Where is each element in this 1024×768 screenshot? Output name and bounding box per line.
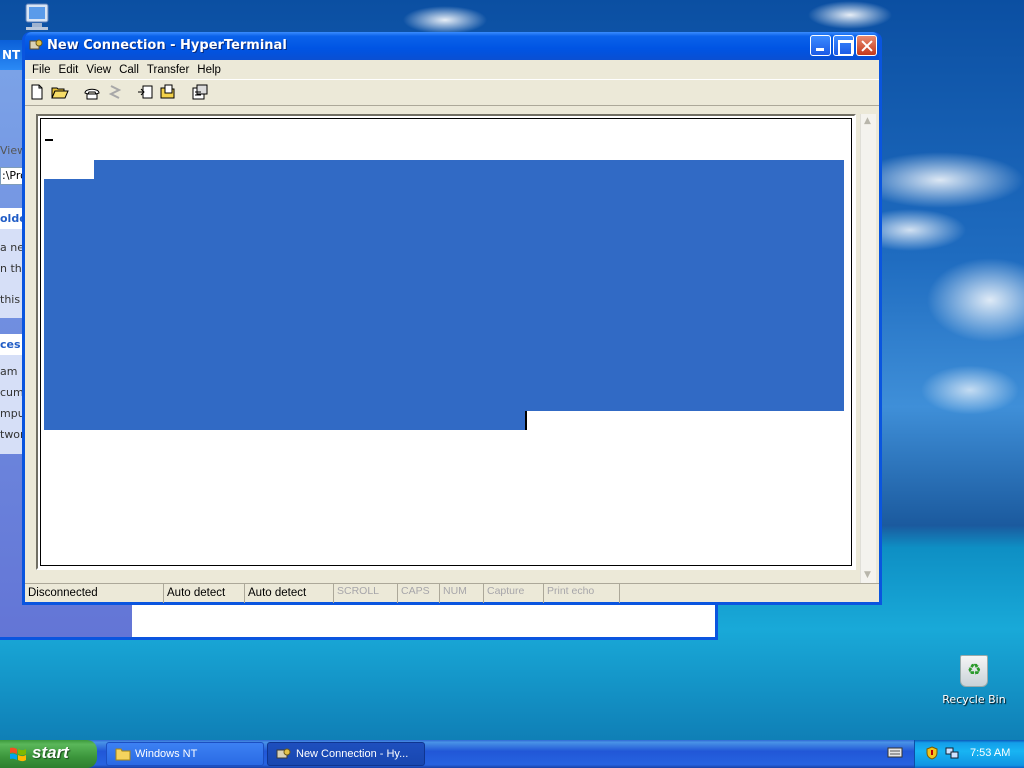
taskbar-item-label: New Connection - Hy...	[296, 748, 409, 760]
taskbar: start Windows NT New Connection - Hy... …	[0, 740, 1024, 768]
status-print-echo: Print echo	[544, 584, 620, 603]
title-bar[interactable]: New Connection - HyperTerminal	[25, 32, 879, 60]
scroll-up-icon[interactable]: ▲	[864, 116, 871, 126]
status-connection: Disconnected	[25, 584, 164, 603]
status-bar: Disconnected Auto detect Auto detect SCR…	[25, 583, 879, 603]
status-capture: Capture	[484, 584, 544, 603]
minimize-button[interactable]	[810, 35, 831, 56]
menu-file[interactable]: File	[28, 64, 55, 76]
close-button[interactable]	[856, 35, 877, 56]
scroll-down-icon[interactable]: ▼	[864, 570, 871, 580]
status-detect-settings: Auto detect	[245, 584, 334, 603]
menu-bar: File Edit View Call Transfer Help	[25, 60, 879, 80]
status-detect-terminal: Auto detect	[164, 584, 245, 603]
text-selection	[44, 411, 525, 430]
text-selection	[94, 160, 844, 179]
hyperterminal-app-icon[interactable]	[29, 38, 43, 52]
new-icon[interactable]	[29, 84, 47, 102]
text-caret	[525, 411, 527, 430]
taskbar-item-label: Windows NT	[135, 748, 198, 760]
menu-help[interactable]: Help	[193, 64, 225, 76]
start-button[interactable]: start	[0, 740, 97, 768]
menu-call[interactable]: Call	[115, 64, 143, 76]
window-title: New Connection - HyperTerminal	[47, 38, 287, 53]
terminal-frame	[36, 114, 856, 570]
properties-icon[interactable]	[191, 84, 209, 102]
folder-icon	[115, 747, 131, 761]
taskbar-item-windows-nt[interactable]: Windows NT	[106, 742, 264, 766]
terminal-screen[interactable]	[40, 118, 852, 566]
recycle-bin-icon	[960, 655, 988, 687]
send-icon[interactable]	[137, 84, 155, 102]
windows-logo-icon	[9, 746, 27, 762]
keyboard-language-icon[interactable]	[887, 745, 903, 759]
taskbar-item-hyperterminal[interactable]: New Connection - Hy...	[267, 742, 425, 766]
call-icon[interactable]	[83, 84, 101, 102]
window-body: File Edit View Call Transfer Help ▲ ▼ Di…	[25, 60, 879, 603]
recycle-bin[interactable]: Recycle Bin	[938, 655, 1010, 706]
status-num: NUM	[440, 584, 484, 603]
status-caps: CAPS	[398, 584, 440, 603]
start-label: start	[32, 743, 69, 762]
hyperterminal-window[interactable]: New Connection - HyperTerminal File Edit…	[22, 32, 882, 605]
text-selection	[44, 179, 844, 411]
recycle-bin-label: Recycle Bin	[942, 693, 1006, 706]
hyperterminal-icon	[276, 747, 292, 761]
open-icon[interactable]	[51, 84, 69, 102]
status-scroll: SCROLL	[334, 584, 398, 603]
my-computer-icon[interactable]	[22, 2, 56, 32]
maximize-button[interactable]	[833, 35, 854, 56]
clock[interactable]: 7:53 AM	[970, 747, 1010, 759]
menu-edit[interactable]: Edit	[55, 64, 83, 76]
terminal-cursor	[45, 139, 53, 141]
vertical-scrollbar[interactable]: ▲ ▼	[860, 114, 876, 584]
menu-view[interactable]: View	[82, 64, 115, 76]
receive-icon[interactable]	[159, 84, 177, 102]
toolbar	[25, 80, 879, 106]
security-shield-icon[interactable]	[925, 746, 939, 760]
system-tray: 7:53 AM	[914, 740, 1024, 768]
disconnect-icon[interactable]	[107, 84, 125, 102]
menu-transfer[interactable]: Transfer	[143, 64, 193, 76]
network-icon[interactable]	[945, 746, 959, 760]
